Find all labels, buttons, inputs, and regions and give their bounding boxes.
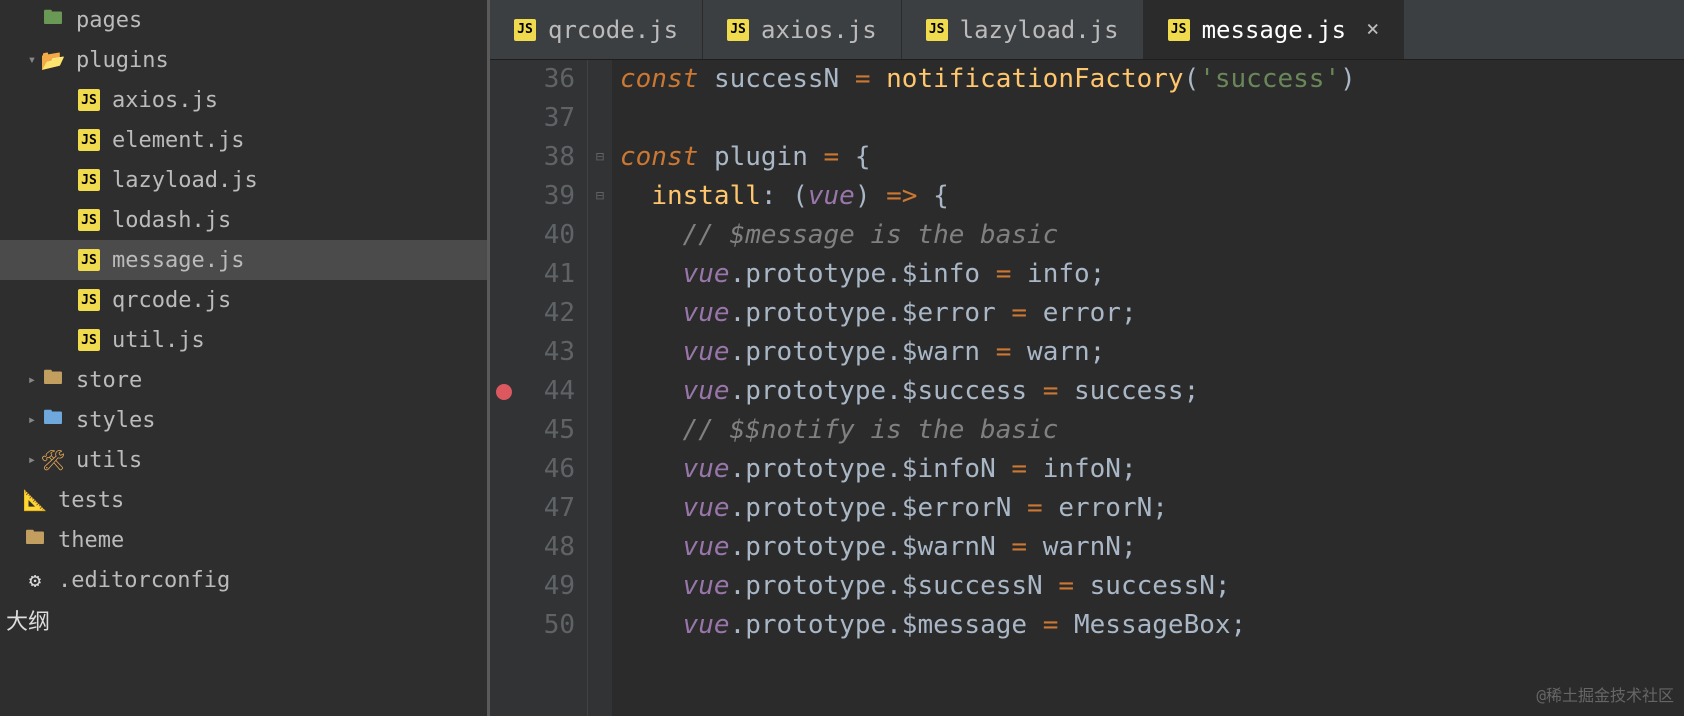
tab-message-js[interactable]: JS message.js ×: [1144, 0, 1405, 59]
js-file-icon: JS: [1168, 19, 1190, 41]
folder-icon: 🖿: [43, 403, 63, 437]
tree-item-element-js[interactable]: JS element.js: [0, 120, 489, 160]
tab-label: lazyload.js: [960, 16, 1119, 44]
file-explorer: 🖿 pages ▾📂 plugins JS axios.js JS element.js JS l…: [0, 0, 490, 716]
tree-item-label: styles: [76, 408, 155, 433]
folder-icon: 🖿: [43, 3, 63, 37]
tree-item-utils[interactable]: ▸🛠 utils: [0, 440, 489, 480]
folder-icon: 📐: [23, 488, 48, 512]
tab-axios-js[interactable]: JS axios.js: [703, 0, 902, 59]
tab-lazyload-js[interactable]: JS lazyload.js: [902, 0, 1144, 59]
chevron-right-icon[interactable]: ▸: [24, 372, 40, 388]
tree-item-label: element.js: [112, 128, 244, 153]
tab-label: axios.js: [761, 16, 877, 44]
tree-item-tests[interactable]: 📐 tests: [0, 480, 489, 520]
folder-icon: 🖿: [43, 363, 63, 397]
chevron-right-icon[interactable]: ▸: [24, 452, 40, 468]
breakpoint-icon[interactable]: [496, 384, 512, 400]
code-editor[interactable]: 363738394041424344454647484950 ⊟⊟ const …: [490, 60, 1684, 716]
tree-item-label: tests: [58, 488, 124, 513]
close-icon[interactable]: ×: [1366, 17, 1379, 42]
tab-label: qrcode.js: [548, 16, 678, 44]
tree-item-label: theme: [58, 528, 124, 553]
js-file-icon: JS: [78, 89, 100, 111]
js-file-icon: JS: [514, 19, 536, 41]
tree-item--editorconfig[interactable]: ⚙ .editorconfig: [0, 560, 489, 600]
tree-item-pages[interactable]: 🖿 pages: [0, 0, 489, 40]
folder-icon: 🖿: [25, 523, 45, 557]
tree-item-label: store: [76, 368, 142, 393]
chevron-right-icon[interactable]: ▸: [24, 412, 40, 428]
js-file-icon: JS: [78, 169, 100, 191]
tree-item-label: .editorconfig: [58, 568, 230, 593]
tree-item-message-js[interactable]: JS message.js: [0, 240, 489, 280]
outline-label[interactable]: 大纲: [0, 600, 489, 640]
line-gutter[interactable]: 363738394041424344454647484950: [518, 60, 588, 716]
code-body[interactable]: const successN = notificationFactory('su…: [612, 60, 1684, 716]
js-file-icon: JS: [926, 19, 948, 41]
tree-item-label: pages: [76, 8, 142, 33]
tree-item-label: qrcode.js: [112, 288, 231, 313]
tab-qrcode-js[interactable]: JS qrcode.js: [490, 0, 703, 59]
tree-item-util-js[interactable]: JS util.js: [0, 320, 489, 360]
tree-item-label: util.js: [112, 328, 205, 353]
js-file-icon: JS: [78, 329, 100, 351]
tree-item-label: lodash.js: [112, 208, 231, 233]
js-file-icon: JS: [78, 289, 100, 311]
folder-icon: 🛠: [40, 448, 65, 472]
fold-gutter[interactable]: ⊟⊟: [588, 60, 612, 716]
tree-item-axios-js[interactable]: JS axios.js: [0, 80, 489, 120]
chevron-down-icon[interactable]: ▾: [24, 52, 40, 68]
js-file-icon: JS: [78, 249, 100, 271]
js-file-icon: JS: [727, 19, 749, 41]
watermark: @稀土掘金技术社区: [1536, 682, 1674, 706]
tree-item-label: plugins: [76, 48, 169, 73]
config-icon: ⚙: [29, 568, 41, 592]
tree-item-label: axios.js: [112, 88, 218, 113]
tree-item-qrcode-js[interactable]: JS qrcode.js: [0, 280, 489, 320]
pane-splitter[interactable]: [487, 0, 490, 716]
tree-item-lazyload-js[interactable]: JS lazyload.js: [0, 160, 489, 200]
tree-item-label: lazyload.js: [112, 168, 258, 193]
tree-item-label: message.js: [112, 248, 244, 273]
tree-item-theme[interactable]: 🖿 theme: [0, 520, 489, 560]
js-file-icon: JS: [78, 129, 100, 151]
tree-item-label: utils: [76, 448, 142, 473]
tree-item-styles[interactable]: ▸🖿 styles: [0, 400, 489, 440]
editor-area: JS qrcode.js JS axios.js JS lazyload.js JS mess…: [490, 0, 1684, 716]
js-file-icon: JS: [78, 209, 100, 231]
tree-item-lodash-js[interactable]: JS lodash.js: [0, 200, 489, 240]
tree-item-plugins[interactable]: ▾📂 plugins: [0, 40, 489, 80]
folder-open-icon: 📂: [41, 48, 66, 72]
editor-tabs: JS qrcode.js JS axios.js JS lazyload.js JS mess…: [490, 0, 1684, 60]
tree-item-store[interactable]: ▸🖿 store: [0, 360, 489, 400]
tab-label: message.js: [1202, 16, 1347, 44]
